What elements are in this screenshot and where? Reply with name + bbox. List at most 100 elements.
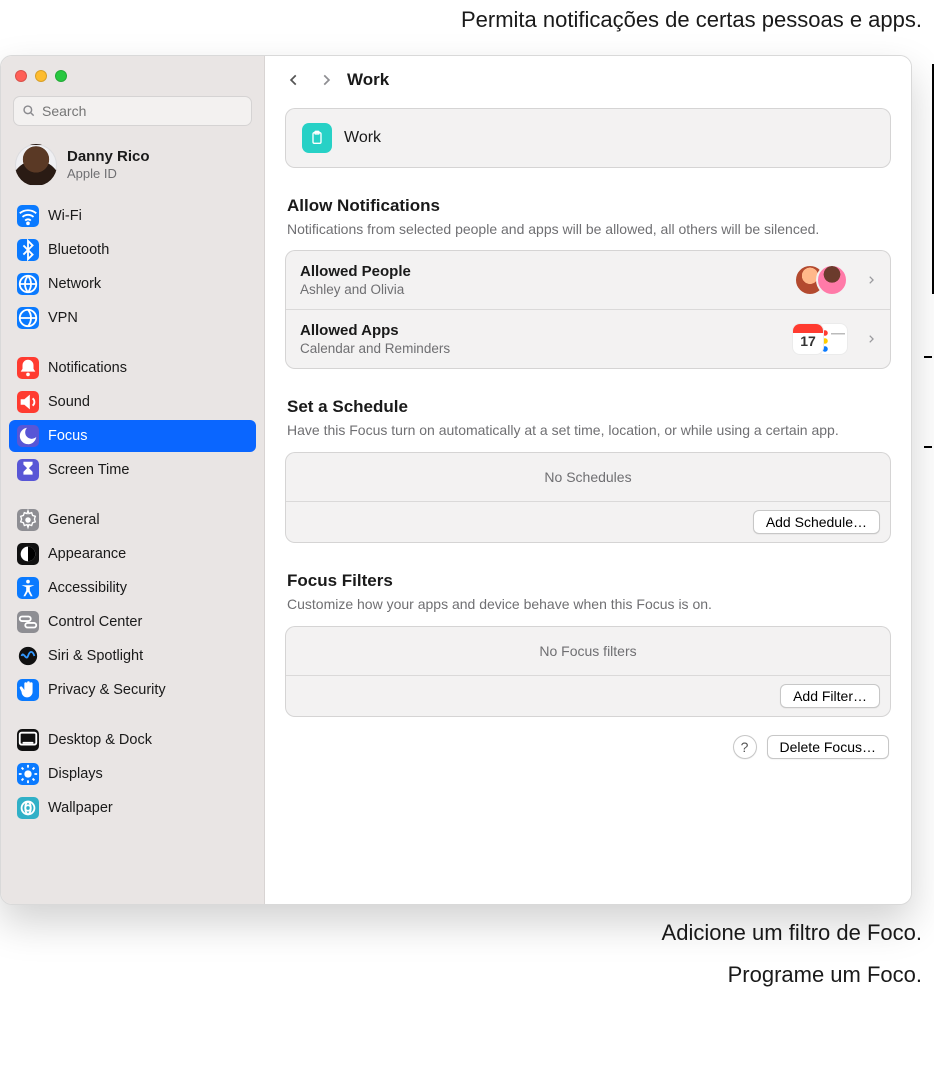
- sidebar-item-appearance[interactable]: Appearance: [9, 538, 256, 570]
- annotation-top: Permita notificações de certas pessoas e…: [0, 6, 934, 35]
- user-name: Danny Rico: [67, 148, 150, 165]
- sidebar-item-label: Bluetooth: [48, 242, 109, 258]
- sidebar-item-siri-spotlight[interactable]: Siri & Spotlight: [9, 640, 256, 672]
- sidebar-item-label: Desktop & Dock: [48, 732, 152, 748]
- add-filter-button[interactable]: Add Filter…: [780, 684, 880, 708]
- allowed-people-sub: Ashley and Olivia: [300, 282, 790, 297]
- switches-icon: [17, 611, 39, 633]
- forward-button[interactable]: [315, 73, 337, 87]
- search-field[interactable]: [13, 96, 252, 126]
- user-avatar: [15, 144, 57, 186]
- notifications-group: Allowed People Ashley and Olivia Allowed: [285, 250, 891, 369]
- sidebar-item-accessibility[interactable]: Accessibility: [9, 572, 256, 604]
- sidebar-item-wallpaper[interactable]: Wallpaper: [9, 792, 256, 824]
- work-badge-icon: [302, 123, 332, 153]
- search-input[interactable]: [13, 96, 252, 126]
- allowed-people-title: Allowed People: [300, 263, 790, 280]
- hourglass-icon: [17, 459, 39, 481]
- sidebar-item-focus[interactable]: Focus: [9, 420, 256, 452]
- wallpaper-icon: [17, 797, 39, 819]
- schedule-heading: Set a Schedule: [287, 397, 889, 417]
- sidebar-item-label: Screen Time: [48, 462, 129, 478]
- zoom-window-button[interactable]: [55, 70, 67, 82]
- sidebar-item-sound[interactable]: Sound: [9, 386, 256, 418]
- allowed-apps-title: Allowed Apps: [300, 322, 786, 339]
- notifications-heading: Allow Notifications: [287, 196, 889, 216]
- add-schedule-button[interactable]: Add Schedule…: [753, 510, 880, 534]
- help-button[interactable]: ?: [733, 735, 757, 759]
- sidebar-item-bluetooth[interactable]: Bluetooth: [9, 234, 256, 266]
- sidebar-item-general[interactable]: General: [9, 504, 256, 536]
- sidebar-item-notifications[interactable]: Notifications: [9, 352, 256, 384]
- sidebar-item-desktop-dock[interactable]: Desktop & Dock: [9, 724, 256, 756]
- display-icon: [17, 763, 39, 785]
- page-title: Work: [347, 70, 389, 90]
- sidebar: Danny Rico Apple ID Wi-Fi Bluetooth Networ…: [1, 56, 265, 904]
- annotation-add-filter: Adicione um filtro de Foco.: [0, 919, 934, 948]
- sidebar-item-label: Notifications: [48, 360, 127, 376]
- filters-heading: Focus Filters: [287, 571, 889, 591]
- window-controls: [1, 56, 264, 90]
- sidebar-item-label: Accessibility: [48, 580, 127, 596]
- chevron-right-icon: [866, 273, 876, 287]
- allowed-apps-sub: Calendar and Reminders: [300, 341, 786, 356]
- sidebar-item-label: Network: [48, 276, 101, 292]
- sidebar-item-wi-fi[interactable]: Wi-Fi: [9, 200, 256, 232]
- focus-name: Work: [344, 129, 381, 147]
- allowed-apps-row[interactable]: Allowed Apps Calendar and Reminders: [286, 309, 890, 368]
- sound-icon: [17, 391, 39, 413]
- chevron-right-icon: [866, 332, 876, 346]
- hand-icon: [17, 679, 39, 701]
- vpn-icon: [17, 307, 39, 329]
- minimize-window-button[interactable]: [35, 70, 47, 82]
- focus-header-card: Work: [285, 108, 891, 168]
- sidebar-item-screen-time[interactable]: Screen Time: [9, 454, 256, 486]
- delete-focus-button[interactable]: Delete Focus…: [767, 735, 889, 759]
- apple-id-row[interactable]: Danny Rico Apple ID: [1, 136, 264, 200]
- bell-icon: [17, 357, 39, 379]
- siri-icon: [17, 645, 39, 667]
- sidebar-item-label: Siri & Spotlight: [48, 648, 143, 664]
- dock-icon: [17, 729, 39, 751]
- globe-icon: [17, 273, 39, 295]
- user-sub: Apple ID: [67, 166, 150, 181]
- filters-group: No Focus filters Add Filter…: [285, 626, 891, 717]
- annotation-add-schedule: Programe um Foco.: [0, 961, 934, 990]
- sidebar-item-displays[interactable]: Displays: [9, 758, 256, 790]
- settings-window: Danny Rico Apple ID Wi-Fi Bluetooth Networ…: [0, 55, 912, 905]
- schedule-desc: Have this Focus turn on automatically at…: [287, 421, 889, 440]
- sidebar-item-label: Focus: [48, 428, 88, 444]
- sidebar-item-vpn[interactable]: VPN: [9, 302, 256, 334]
- sidebar-item-label: Appearance: [48, 546, 126, 562]
- sidebar-item-label: Sound: [48, 394, 90, 410]
- allowed-people-avatars: [804, 264, 848, 296]
- bluetooth-icon: [17, 239, 39, 261]
- sidebar-item-label: Control Center: [48, 614, 142, 630]
- sidebar-item-control-center[interactable]: Control Center: [9, 606, 256, 638]
- schedule-empty: No Schedules: [286, 453, 890, 502]
- sidebar-item-label: Wi-Fi: [48, 208, 82, 224]
- accessibility-icon: [17, 577, 39, 599]
- filters-desc: Customize how your apps and device behav…: [287, 595, 889, 614]
- sidebar-item-privacy-security[interactable]: Privacy & Security: [9, 674, 256, 706]
- calendar-app-icon: [792, 323, 824, 355]
- wifi-icon: [17, 205, 39, 227]
- close-window-button[interactable]: [15, 70, 27, 82]
- sidebar-item-label: Wallpaper: [48, 800, 113, 816]
- moon-icon: [17, 425, 39, 447]
- sidebar-item-network[interactable]: Network: [9, 268, 256, 300]
- allowed-people-row[interactable]: Allowed People Ashley and Olivia: [286, 251, 890, 309]
- gear-icon: [17, 509, 39, 531]
- sidebar-list: Wi-Fi Bluetooth Network VPN Notifications Sou…: [1, 200, 264, 832]
- title-bar: Work: [265, 56, 911, 102]
- content-pane: Work Work Allow Notifications Notificati…: [265, 56, 911, 904]
- sidebar-item-label: VPN: [48, 310, 78, 326]
- filters-empty: No Focus filters: [286, 627, 890, 676]
- schedule-group: No Schedules Add Schedule…: [285, 452, 891, 543]
- allowed-apps-icons: [800, 323, 848, 355]
- sidebar-item-label: Privacy & Security: [48, 682, 166, 698]
- search-icon: [22, 104, 36, 118]
- back-button[interactable]: [283, 73, 305, 87]
- sidebar-item-label: Displays: [48, 766, 103, 782]
- notifications-desc: Notifications from selected people and a…: [287, 220, 889, 239]
